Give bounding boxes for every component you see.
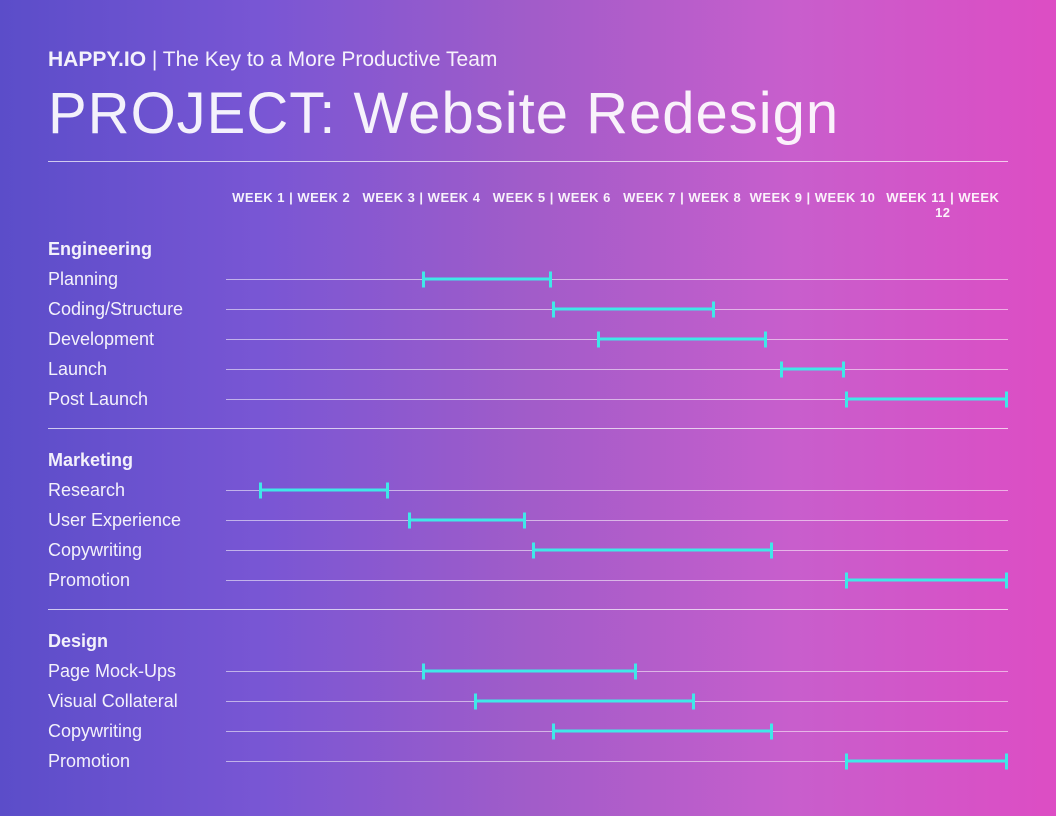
gantt-bar	[845, 579, 1008, 582]
task-track	[226, 656, 1008, 686]
task-label: Copywriting	[48, 721, 226, 742]
section-header-track	[226, 234, 1008, 264]
gantt-bar	[408, 519, 525, 522]
gantt-bar	[597, 338, 766, 341]
gantt-bar	[422, 670, 637, 673]
week-header-row: WEEK 1 | WEEK 2 WEEK 3 | WEEK 4 WEEK 5 |…	[48, 190, 1008, 214]
gantt-bar	[474, 700, 696, 703]
task-track-col	[226, 716, 1008, 746]
task-track	[226, 294, 1008, 324]
week-header-track: WEEK 1 | WEEK 2 WEEK 3 | WEEK 4 WEEK 5 |…	[226, 190, 1008, 214]
gantt-bar	[552, 308, 715, 311]
section-title: Design	[48, 631, 226, 652]
section-header-row: Design	[48, 626, 1008, 656]
task-row: Post Launch	[48, 384, 1008, 414]
gantt-bar	[552, 730, 774, 733]
task-label: Coding/Structure	[48, 299, 226, 320]
task-row: Promotion	[48, 565, 1008, 595]
task-track	[226, 535, 1008, 565]
section-header-track	[226, 626, 1008, 656]
gantt-bar	[532, 549, 773, 552]
task-row: User Experience	[48, 505, 1008, 535]
title-divider	[48, 161, 1008, 162]
task-track	[226, 716, 1008, 746]
task-track-col	[226, 294, 1008, 324]
task-track	[226, 354, 1008, 384]
task-track-col	[226, 475, 1008, 505]
task-label: Post Launch	[48, 389, 226, 410]
task-track-col	[226, 324, 1008, 354]
header-subtitle: HAPPY.IO | The Key to a More Productive …	[48, 48, 1008, 72]
task-baseline	[226, 369, 1008, 370]
tagline: | The Key to a More Productive Team	[146, 48, 497, 71]
section-divider	[48, 428, 1008, 429]
gantt-bar	[780, 368, 845, 371]
task-row: Promotion	[48, 746, 1008, 776]
task-track	[226, 746, 1008, 776]
week-header-cell: WEEK 7 | WEEK 8	[617, 190, 747, 214]
section-header-row: Engineering	[48, 234, 1008, 264]
task-label: Development	[48, 329, 226, 350]
task-row: Page Mock-Ups	[48, 656, 1008, 686]
gantt-bar	[259, 489, 389, 492]
task-track-col	[226, 535, 1008, 565]
task-row: Launch	[48, 354, 1008, 384]
task-baseline	[226, 279, 1008, 280]
week-header-cell: WEEK 1 | WEEK 2	[226, 190, 356, 214]
task-track	[226, 505, 1008, 535]
task-track	[226, 384, 1008, 414]
task-label: Promotion	[48, 751, 226, 772]
task-track	[226, 324, 1008, 354]
task-label: Promotion	[48, 570, 226, 591]
week-header-cell: WEEK 3 | WEEK 4	[356, 190, 486, 214]
task-track-col	[226, 264, 1008, 294]
task-track-col	[226, 565, 1008, 595]
section-header-track	[226, 445, 1008, 475]
task-row: Planning	[48, 264, 1008, 294]
task-row: Development	[48, 324, 1008, 354]
gantt-bar	[845, 760, 1008, 763]
task-label: Visual Collateral	[48, 691, 226, 712]
task-label: Planning	[48, 269, 226, 290]
section-block: Design Page Mock-Ups Visual Collateral Copy…	[48, 626, 1008, 776]
task-label: User Experience	[48, 510, 226, 531]
section-divider	[48, 609, 1008, 610]
task-label: Research	[48, 480, 226, 501]
task-track-col	[226, 746, 1008, 776]
page-title: PROJECT: Website Redesign	[48, 80, 1008, 147]
task-track-col	[226, 656, 1008, 686]
week-header-spacer	[48, 190, 226, 214]
task-row: Coding/Structure	[48, 294, 1008, 324]
gantt-bar	[845, 398, 1008, 401]
task-track-col	[226, 384, 1008, 414]
gantt-chart: WEEK 1 | WEEK 2 WEEK 3 | WEEK 4 WEEK 5 |…	[48, 190, 1008, 776]
task-track	[226, 686, 1008, 716]
task-track-col	[226, 686, 1008, 716]
task-label: Launch	[48, 359, 226, 380]
week-header-cell: WEEK 5 | WEEK 6	[487, 190, 617, 214]
week-header-cell: WEEK 11 | WEEK 12	[878, 190, 1008, 214]
section-block: Marketing Research User Experience Copywrit…	[48, 445, 1008, 595]
task-row: Visual Collateral	[48, 686, 1008, 716]
week-header-cell: WEEK 9 | WEEK 10	[747, 190, 877, 214]
section-header-row: Marketing	[48, 445, 1008, 475]
task-row: Copywriting	[48, 716, 1008, 746]
section-title: Engineering	[48, 239, 226, 260]
task-label: Copywriting	[48, 540, 226, 561]
task-row: Research	[48, 475, 1008, 505]
brand-name: HAPPY.IO	[48, 48, 146, 71]
sections-container: Engineering Planning Coding/Structure Devel…	[48, 234, 1008, 776]
task-track	[226, 565, 1008, 595]
task-row: Copywriting	[48, 535, 1008, 565]
section-title: Marketing	[48, 450, 226, 471]
task-track-col	[226, 505, 1008, 535]
task-track	[226, 475, 1008, 505]
task-track-col	[226, 354, 1008, 384]
task-baseline	[226, 520, 1008, 521]
gantt-bar	[422, 278, 552, 281]
task-track	[226, 264, 1008, 294]
section-block: Engineering Planning Coding/Structure Devel…	[48, 234, 1008, 414]
task-label: Page Mock-Ups	[48, 661, 226, 682]
